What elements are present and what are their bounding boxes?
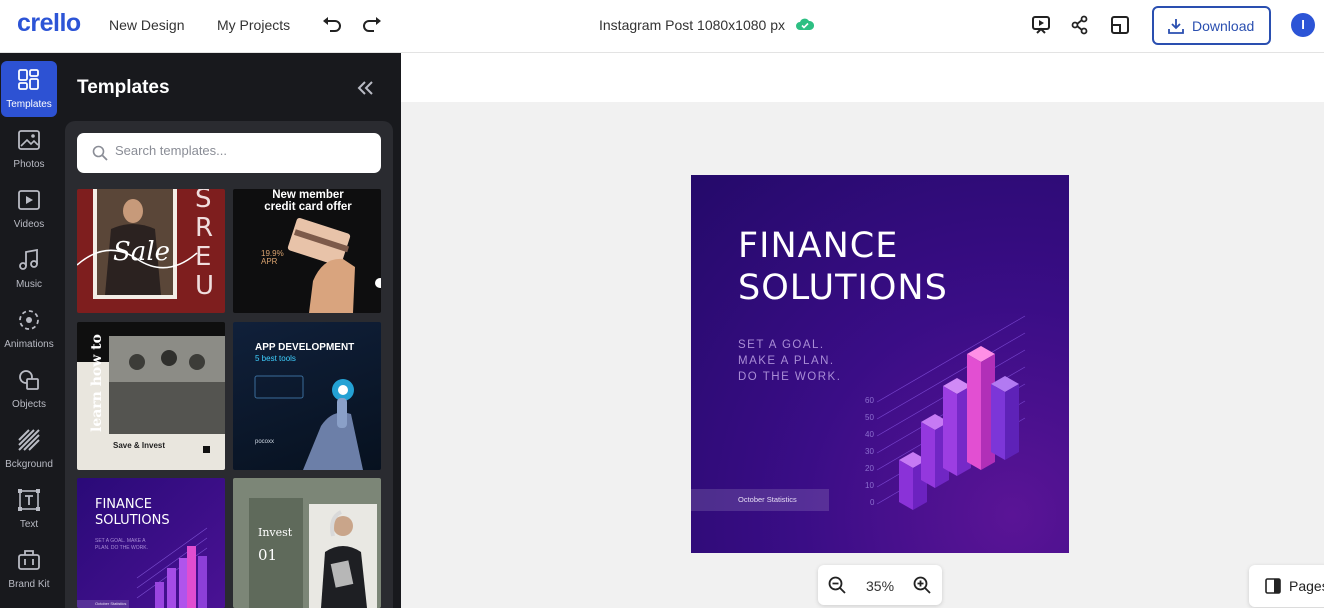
template-learn-how-to-vertical: learn how to: [89, 334, 105, 432]
design-title-line-1: FINANCE: [738, 226, 899, 266]
brand-kit-icon: [18, 550, 40, 570]
crello-logo[interactable]: crello: [17, 9, 81, 38]
zoom-control: 35%: [818, 565, 942, 605]
axis-tick: 40: [865, 430, 874, 439]
axis-tick: 0: [870, 498, 875, 507]
template-thumbnail-credit-card[interactable]: New member credit card offer 19.9% APR: [233, 189, 381, 313]
template-app-dev-brand: pocoxx: [255, 439, 275, 445]
present-icon[interactable]: [1031, 14, 1051, 36]
design-subtitle-line-3: DO THE WORK.: [738, 371, 842, 383]
rail-item-brand-kit[interactable]: Brand Kit: [1, 541, 57, 597]
zoom-value[interactable]: 35%: [866, 578, 894, 594]
rail-label: Music: [15, 279, 43, 290]
design-banner-text: October Statistics: [738, 495, 797, 504]
rail-item-text[interactable]: Text: [1, 481, 57, 537]
user-avatar[interactable]: I: [1291, 13, 1315, 37]
template-thumbnail-invest[interactable]: Invest 01: [233, 478, 381, 608]
design-title[interactable]: FINANCE SOLUTIONS: [738, 225, 948, 309]
template-finance-chart-art: [136, 527, 208, 608]
pages-label: Pages: [1289, 578, 1324, 594]
pages-panel-icon: [1265, 578, 1281, 594]
templates-list[interactable]: Sale SREU New member credit card offer 1…: [65, 121, 393, 608]
template-invest-number: 01: [258, 546, 278, 564]
axis-tick: 30: [865, 447, 874, 456]
video-icon: [18, 190, 40, 210]
music-icon: [19, 249, 38, 270]
rail-item-templates[interactable]: Templates: [1, 61, 57, 117]
rail-label: Photos: [13, 159, 45, 170]
share-icon[interactable]: [1070, 14, 1090, 36]
collapse-panel-icon[interactable]: [356, 80, 374, 96]
undo-icon[interactable]: [321, 15, 343, 35]
template-sale-side-text: SREU: [195, 189, 215, 301]
template-learn-how-to-caption: Save & Invest: [113, 441, 166, 450]
rail-label: Animations: [4, 339, 54, 350]
rail-item-music[interactable]: Music: [1, 241, 57, 297]
animations-icon: [19, 310, 39, 330]
zoom-in-icon[interactable]: [913, 576, 931, 594]
photo-icon: [18, 130, 40, 150]
canvas-top-strip: [401, 53, 1324, 102]
rail-label: Templates: [6, 99, 52, 110]
rail-item-objects[interactable]: Objects: [1, 361, 57, 417]
design-title-line-2: SOLUTIONS: [738, 268, 948, 308]
template-thumbnail-sale[interactable]: Sale SREU: [77, 189, 225, 313]
background-icon: [18, 429, 40, 451]
template-finance-banner: October Statistics: [77, 600, 129, 608]
download-label: Download: [1192, 18, 1255, 34]
axis-tick: 60: [865, 396, 874, 405]
redo-icon[interactable]: [361, 15, 383, 35]
panel-title: Templates: [77, 77, 170, 98]
template-invest-art: [249, 498, 377, 608]
search-input[interactable]: [115, 143, 365, 158]
my-projects-link[interactable]: My Projects: [217, 17, 290, 33]
template-invest-title: Invest: [258, 526, 293, 539]
template-sale-text: Sale: [113, 237, 171, 267]
objects-icon: [19, 370, 39, 390]
design-banner[interactable]: October Statistics: [691, 489, 829, 511]
template-credit-card-apr-label: APR: [261, 257, 278, 266]
rail-item-background[interactable]: Bckground: [1, 421, 57, 477]
search-icon: [92, 145, 108, 161]
text-icon: [18, 489, 40, 511]
design-subtitle-line-2: MAKE A PLAN.: [738, 355, 835, 367]
template-thumbnail-finance-solutions[interactable]: FINANCE SOLUTIONS SET A GOAL. MAKE A PLA…: [77, 478, 225, 608]
templates-panel: Templates Sale SREU New member c: [65, 53, 401, 608]
template-credit-card-art: [287, 217, 381, 313]
rail-label: Bckground: [5, 459, 53, 470]
resize-icon[interactable]: [1110, 14, 1130, 36]
rail-item-animations[interactable]: Animations: [1, 301, 57, 357]
chart-bar: [943, 378, 971, 476]
axis-tick: 20: [865, 464, 874, 473]
rail-item-videos[interactable]: Videos: [1, 181, 57, 237]
rail-label: Brand Kit: [8, 579, 50, 590]
axis-tick: 50: [865, 413, 874, 422]
rail-label: Text: [19, 519, 39, 530]
download-button[interactable]: Download: [1152, 6, 1271, 45]
chart-bar: [967, 346, 995, 470]
pages-button[interactable]: Pages: [1249, 565, 1324, 607]
rail-label: Videos: [13, 219, 45, 230]
new-design-link[interactable]: New Design: [109, 17, 184, 33]
document-title[interactable]: Instagram Post 1080x1080 px: [599, 17, 785, 33]
axis-tick: 10: [865, 481, 874, 490]
chart-bar: [991, 376, 1019, 460]
zoom-out-icon[interactable]: [828, 576, 846, 594]
template-app-dev-art: [254, 375, 363, 470]
search-box[interactable]: [77, 133, 381, 173]
templates-icon: [18, 69, 39, 90]
rail-item-photos[interactable]: Photos: [1, 121, 57, 177]
cloud-saved-icon: [796, 18, 814, 30]
design-subtitle[interactable]: SET A GOAL. MAKE A PLAN. DO THE WORK.: [738, 337, 841, 385]
top-bar: crello New Design My Projects Instagram …: [0, 0, 1324, 53]
design-canvas[interactable]: FINANCE SOLUTIONS SET A GOAL. MAKE A PLA…: [691, 175, 1069, 553]
template-thumbnail-learn-how-to[interactable]: learn how to Save & Invest: [77, 322, 225, 470]
download-icon: [1168, 19, 1184, 34]
template-thumbnail-app-development[interactable]: APP DEVELOPMENT 5 best tools pocoxx: [233, 322, 381, 470]
rail-label: Objects: [12, 399, 46, 410]
left-rail: Templates Photos Videos Music Animations: [0, 53, 65, 608]
design-3d-bar-chart[interactable]: 60 50 40 30 20 10 0: [861, 310, 1061, 510]
design-subtitle-line-1: SET A GOAL.: [738, 339, 825, 351]
